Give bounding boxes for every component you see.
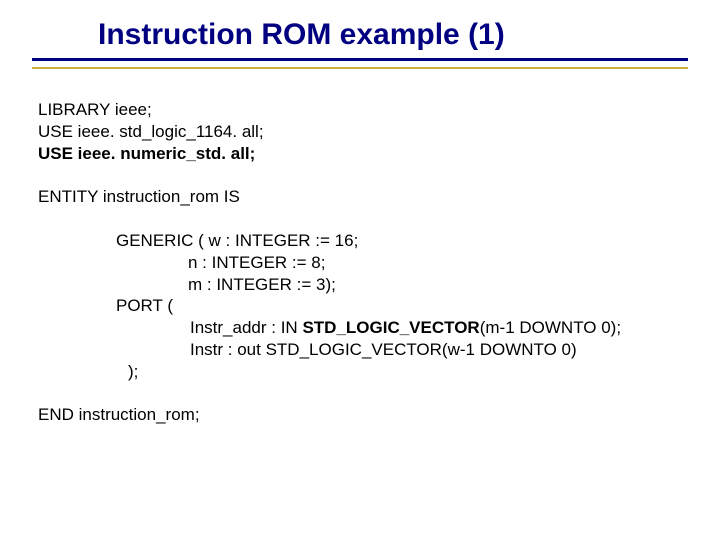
code-line: Instr : out STD_LOGIC_VECTOR(w-1 DOWNTO …: [38, 339, 720, 361]
code-text: Instr_addr : IN: [190, 318, 302, 337]
code-line: LIBRARY ieee;: [38, 99, 720, 121]
code-line: );: [38, 361, 720, 383]
code-text: (m-1 DOWNTO 0);: [480, 318, 621, 337]
code-line: n : INTEGER := 8;: [38, 252, 720, 274]
code-line: GENERIC ( w : INTEGER := 16;: [38, 230, 720, 252]
code-line: USE ieee. numeric_std. all;: [38, 143, 720, 165]
slide-title: Instruction ROM example (1): [98, 18, 720, 52]
slide: Instruction ROM example (1) LIBRARY ieee…: [0, 18, 720, 540]
code-line: Instr_addr : IN STD_LOGIC_VECTOR(m-1 DOW…: [38, 317, 720, 339]
code-line: PORT (: [38, 295, 720, 317]
code-line: ENTITY instruction_rom IS: [38, 186, 720, 208]
title-rule: [32, 58, 688, 69]
code-line: m : INTEGER := 3);: [38, 274, 720, 296]
code-line: USE ieee. std_logic_1164. all;: [38, 121, 720, 143]
code-text-bold: STD_LOGIC_VECTOR: [302, 318, 479, 337]
code-body: LIBRARY ieee; USE ieee. std_logic_1164. …: [38, 99, 720, 426]
code-line: END instruction_rom;: [38, 404, 720, 426]
